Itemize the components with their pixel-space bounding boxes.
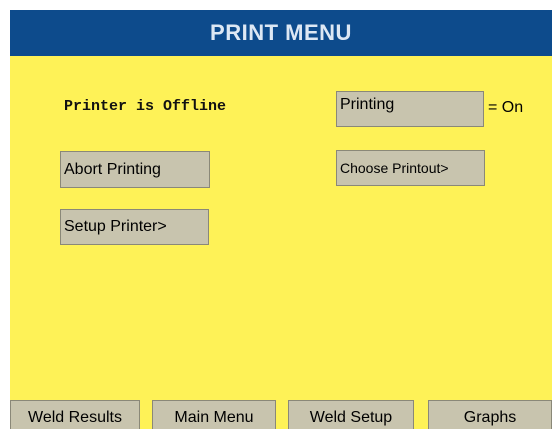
abort-printing-button[interactable]: Abort Printing <box>60 151 210 188</box>
printer-status-text: Printer is Offline <box>64 98 227 115</box>
tab-weld-setup[interactable]: Weld Setup <box>288 400 414 429</box>
page-title: PRINT MENU <box>10 10 552 56</box>
printing-state-value: = On <box>488 99 524 116</box>
print-menu-screen: PRINT MENU Printer is Offline Printing =… <box>10 10 552 429</box>
tab-weld-results[interactable]: Weld Results <box>10 400 140 429</box>
tab-graphs[interactable]: Graphs <box>428 400 552 429</box>
tab-main-menu[interactable]: Main Menu <box>152 400 276 429</box>
printing-toggle-button[interactable]: Printing <box>336 91 484 127</box>
setup-printer-button[interactable]: Setup Printer> <box>60 209 209 245</box>
choose-printout-button[interactable]: Choose Printout> <box>336 150 485 186</box>
